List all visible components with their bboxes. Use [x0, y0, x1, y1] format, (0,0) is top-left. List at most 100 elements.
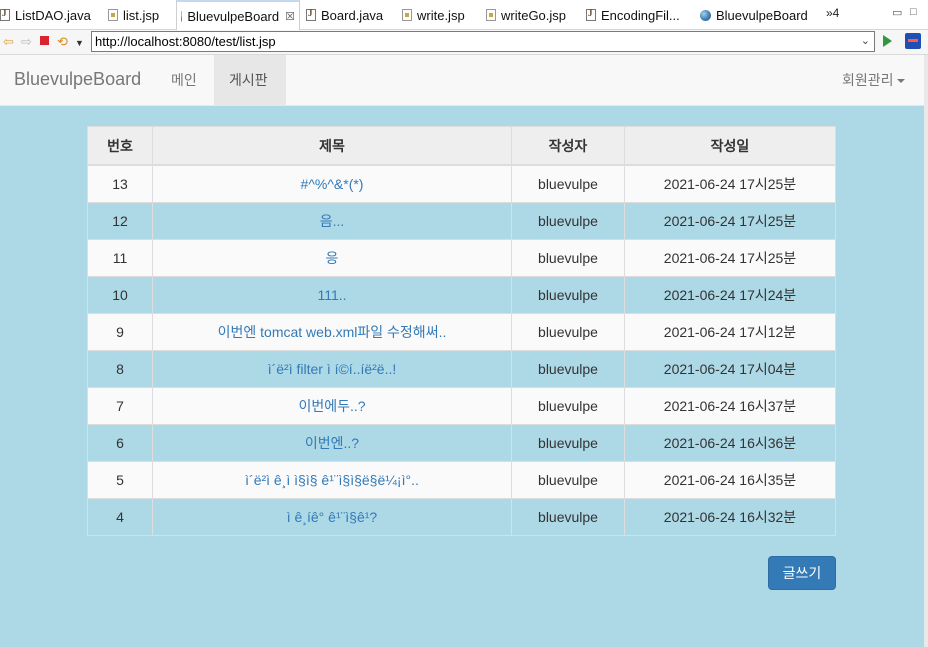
row-writer: bluevulpe	[511, 424, 625, 462]
window-edge	[924, 55, 928, 647]
row-number: 8	[87, 350, 153, 388]
tab-writego-jsp[interactable]: writeGo.jsp	[486, 0, 566, 30]
member-menu-label: 회원관리	[842, 72, 894, 88]
nav-link-board[interactable]: 게시판	[214, 55, 286, 105]
table-row: 8 ì´ë²ì filter ì í©í..íë²ë..! bluevulpe …	[87, 350, 836, 388]
table-row: 5 ì´ë²ì ê¸ì ì§ì§ ê¹¨ì§ì§ë§ë¼¡ì°.. bluevu…	[87, 461, 836, 499]
row-date: 2021-06-24 17시12분	[624, 313, 836, 351]
stop-icon[interactable]	[40, 36, 49, 45]
tab-encodingfilter[interactable]: EncodingFil...	[586, 0, 680, 30]
write-post-button[interactable]: 글쓰기	[768, 556, 836, 590]
row-date: 2021-06-24 17시25분	[624, 239, 836, 277]
tab-board-java[interactable]: Board.java	[306, 0, 383, 30]
row-title-link[interactable]: ì´ë²ì filter ì í©í..íë²ë..!	[152, 350, 512, 388]
row-title-link[interactable]: ì ê¸íê° ê¹¨ì§ê¹?	[152, 498, 512, 536]
tab-label: write.jsp	[417, 7, 465, 23]
table-row: 6 이번엔..? bluevulpe 2021-06-24 16시36분	[87, 424, 836, 462]
nav-link-main[interactable]: 메인	[156, 55, 212, 105]
table-row: 12 음... bluevulpe 2021-06-24 17시25분	[87, 202, 836, 240]
row-date: 2021-06-24 16시36분	[624, 424, 836, 462]
table-row: 9 이번엔 tomcat web.xml파일 수정해써.. bluevulpe …	[87, 313, 836, 351]
browser-toolbar: ⇦ ⇨ ⟲ ▼ http://localhost:8080/test/list.…	[0, 30, 928, 55]
board-table: 번호 제목 작성자 작성일 13 #^%^&*(*) bluevulpe 202…	[87, 126, 836, 536]
row-writer: bluevulpe	[511, 239, 625, 277]
row-title-link[interactable]: 이번엔 tomcat web.xml파일 수정해써..	[152, 313, 512, 351]
row-title-link[interactable]: 음...	[152, 202, 512, 240]
maximize-icon[interactable]: □	[910, 6, 917, 18]
globe-icon	[181, 10, 183, 22]
back-arrow-icon[interactable]: ⇦	[3, 34, 14, 50]
dropdown-arrow-icon[interactable]: ▼	[75, 35, 84, 51]
tab-label: BluevulpeBoard	[187, 8, 280, 24]
column-header-title: 제목	[152, 126, 512, 166]
row-writer: bluevulpe	[511, 498, 625, 536]
java-file-icon	[306, 8, 316, 21]
site-navbar: BluevulpeBoard 메인 게시판 회원관리	[0, 55, 924, 106]
row-writer: bluevulpe	[511, 461, 625, 499]
editor-tab-strip: ListDAO.java list.jsp BluevulpeBoard ☒ B…	[0, 0, 928, 30]
globe-icon	[700, 9, 711, 21]
row-writer: bluevulpe	[511, 276, 625, 314]
tab-label: writeGo.jsp	[501, 7, 567, 23]
jsp-file-icon	[402, 9, 412, 21]
java-file-icon	[586, 8, 596, 21]
tab-label: BluevulpeBoard	[716, 7, 808, 23]
row-number: 6	[87, 424, 153, 462]
row-title-link[interactable]: 111..	[152, 276, 512, 314]
refresh-icon[interactable]: ⟲	[57, 34, 68, 50]
tab-list-jsp[interactable]: list.jsp	[108, 0, 159, 30]
row-writer: bluevulpe	[511, 313, 625, 351]
column-header-number: 번호	[87, 126, 153, 166]
row-number: 13	[87, 164, 153, 203]
minimize-icon[interactable]: ▭	[892, 6, 902, 19]
row-writer: bluevulpe	[511, 202, 625, 240]
column-header-date: 작성일	[624, 126, 836, 166]
row-number: 9	[87, 313, 153, 351]
chevron-down-icon[interactable]: ⌄	[861, 32, 870, 51]
row-number: 12	[87, 202, 153, 240]
external-browser-icon[interactable]	[905, 33, 921, 49]
row-number: 4	[87, 498, 153, 536]
row-date: 2021-06-24 17시25분	[624, 202, 836, 240]
row-title-link[interactable]: 이번엔..?	[152, 424, 512, 462]
row-title-link[interactable]: 이번에두..?	[152, 387, 512, 425]
row-number: 10	[87, 276, 153, 314]
table-row: 11 응 bluevulpe 2021-06-24 17시25분	[87, 239, 836, 277]
tab-bluevulpeboard-active[interactable]: BluevulpeBoard ☒	[176, 0, 300, 30]
row-writer: bluevulpe	[511, 164, 625, 203]
row-number: 5	[87, 461, 153, 499]
tab-overflow-indicator[interactable]: »4	[826, 6, 839, 20]
row-number: 7	[87, 387, 153, 425]
row-title-link[interactable]: ì´ë²ì ê¸ì ì§ì§ ê¹¨ì§ì§ë§ë¼¡ì°..	[152, 461, 512, 499]
row-date: 2021-06-24 17시25분	[624, 164, 836, 203]
tab-label: EncodingFil...	[601, 7, 680, 23]
tab-write-jsp[interactable]: write.jsp	[402, 0, 465, 30]
forward-arrow-icon[interactable]: ⇨	[21, 34, 32, 50]
row-title-link[interactable]: 응	[152, 239, 512, 277]
table-row: 10 111.. bluevulpe 2021-06-24 17시24분	[87, 276, 836, 314]
jsp-file-icon	[108, 9, 118, 21]
row-writer: bluevulpe	[511, 350, 625, 388]
row-number: 11	[87, 239, 153, 277]
row-date: 2021-06-24 16시35분	[624, 461, 836, 499]
row-date: 2021-06-24 16시32분	[624, 498, 836, 536]
caret-down-icon	[896, 79, 905, 84]
tab-listdao-java[interactable]: ListDAO.java	[0, 0, 91, 30]
tab-bluevulpeboard-2[interactable]: BluevulpeBoard	[700, 0, 808, 30]
row-date: 2021-06-24 16시37분	[624, 387, 836, 425]
java-file-icon	[0, 8, 10, 21]
row-writer: bluevulpe	[511, 387, 625, 425]
url-input[interactable]: http://localhost:8080/test/list.jsp ⌄	[91, 31, 875, 52]
row-title-link[interactable]: #^%^&*(*)	[152, 164, 512, 203]
close-icon[interactable]: ☒	[285, 10, 295, 23]
column-header-writer: 작성자	[511, 126, 625, 166]
table-row: 13 #^%^&*(*) bluevulpe 2021-06-24 17시25분	[87, 164, 836, 203]
navbar-brand[interactable]: BluevulpeBoard	[14, 69, 141, 90]
tab-label: Board.java	[321, 7, 384, 23]
go-icon[interactable]	[883, 35, 892, 47]
member-menu-dropdown[interactable]: 회원관리	[842, 55, 905, 105]
row-date: 2021-06-24 17시04분	[624, 350, 836, 388]
tab-label: list.jsp	[123, 7, 160, 23]
tab-label: ListDAO.java	[15, 7, 91, 23]
table-row: 7 이번에두..? bluevulpe 2021-06-24 16시37분	[87, 387, 836, 425]
